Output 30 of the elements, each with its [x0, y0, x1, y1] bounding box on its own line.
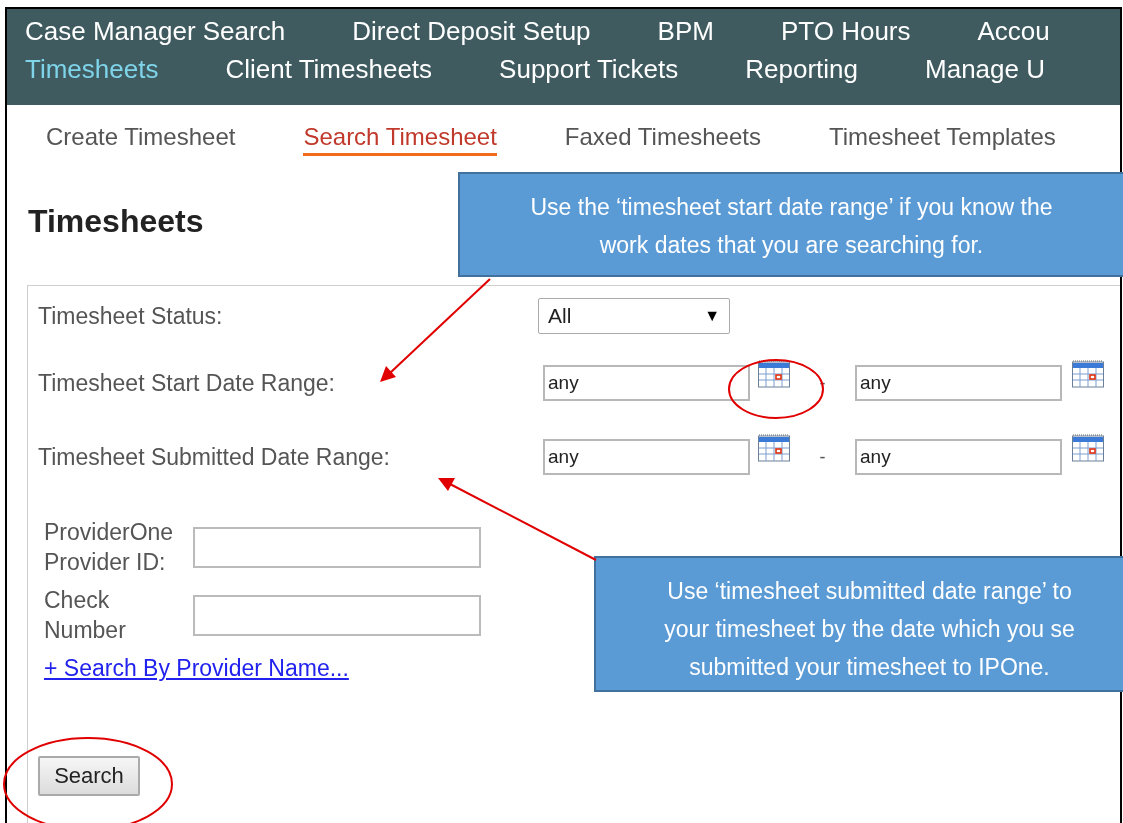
- range-separator: -: [818, 445, 827, 469]
- date-input[interactable]: any: [543, 365, 750, 401]
- nav-link[interactable]: Manage U: [925, 53, 1045, 85]
- nav-link[interactable]: Timesheets: [25, 53, 159, 85]
- tab[interactable]: Search Timesheet: [303, 122, 497, 156]
- field-label: Timesheet Submitted Date Range:: [38, 442, 391, 472]
- nav-link[interactable]: Accou: [977, 15, 1050, 47]
- nav-link[interactable]: Client Timesheets: [225, 53, 433, 85]
- callout: Use ‘timesheet submitted date range’ to your timesheet by the date which you se submitted your timesheet to IPOne.: [594, 556, 1123, 692]
- nav-link[interactable]: Support Tickets: [499, 53, 679, 85]
- provider-name-link[interactable]: + Search By Provider Name...: [44, 655, 349, 681]
- callout: Use the ‘timesheet start date range’ if you know the work dates that you are searching for.: [458, 172, 1123, 277]
- tab[interactable]: Timesheet Templates: [828, 122, 1056, 156]
- nav-link[interactable]: PTO Hours: [780, 15, 911, 47]
- field-label: Timesheet Status:: [38, 301, 224, 331]
- status-dropdown[interactable]: All ▼: [538, 298, 730, 334]
- page-title: Timesheets: [28, 202, 204, 241]
- nav-link[interactable]: Case Manager Search: [25, 15, 286, 47]
- nav-link[interactable]: Direct Deposit Setup: [352, 15, 591, 47]
- field-label: Check Number: [44, 586, 127, 645]
- date-input[interactable]: any: [855, 365, 1062, 401]
- tab[interactable]: Create Timesheet: [46, 122, 236, 156]
- tab[interactable]: Faxed Timesheets: [564, 122, 761, 156]
- field-label: Timesheet Start Date Range:: [38, 368, 336, 398]
- field-label: ProviderOne Provider ID:: [44, 518, 175, 577]
- date-input[interactable]: any: [543, 439, 750, 475]
- nav-link[interactable]: BPM: [657, 15, 714, 47]
- search-button[interactable]: Search: [38, 755, 140, 796]
- date-input[interactable]: any: [855, 439, 1062, 475]
- nav-link[interactable]: Reporting: [745, 53, 858, 85]
